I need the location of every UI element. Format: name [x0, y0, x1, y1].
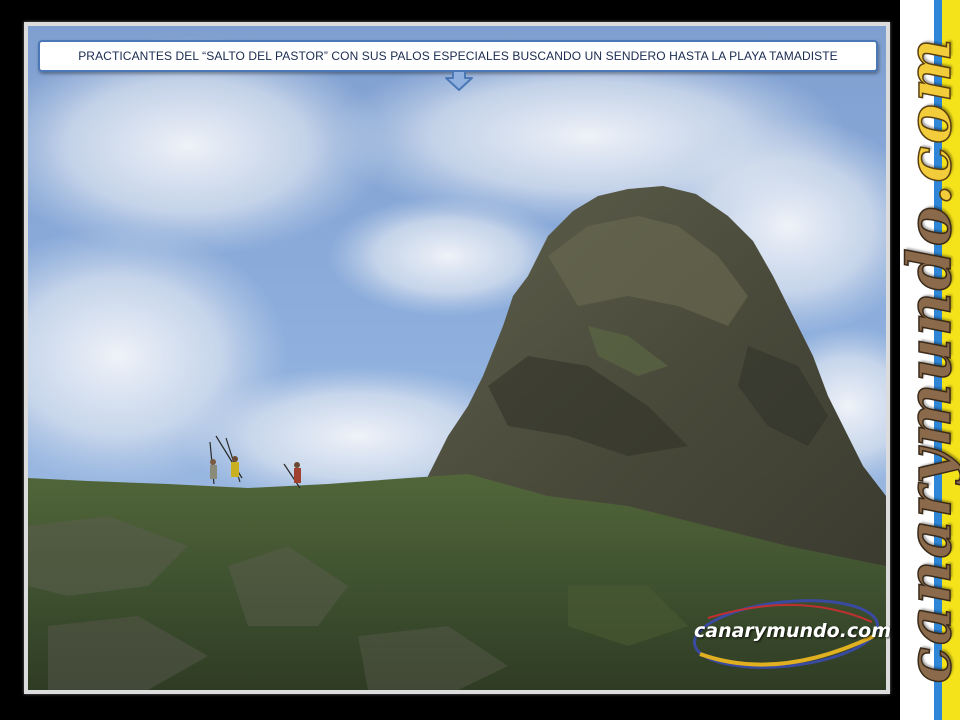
slide: PRACTICANTES DEL “SALTO DEL PASTOR” CON … — [0, 0, 960, 720]
watermark-logo: canarymundo.com — [688, 596, 891, 678]
side-logo-tld: .com — [900, 36, 960, 206]
watermark-text: canarymundo.com — [694, 620, 892, 642]
down-arrow-icon — [445, 70, 473, 91]
caption-callout: PRACTICANTES DEL “SALTO DEL PASTOR” CON … — [38, 40, 878, 72]
side-logo: canarymundo.com — [900, 10, 960, 710]
photo-frame — [24, 22, 890, 694]
landscape-photo — [28, 26, 886, 690]
caption-text: PRACTICANTES DEL “SALTO DEL PASTOR” CON … — [78, 49, 838, 63]
side-logo-main: canarymundo — [900, 205, 960, 685]
side-branding-strip: canarymundo.com — [900, 0, 960, 720]
